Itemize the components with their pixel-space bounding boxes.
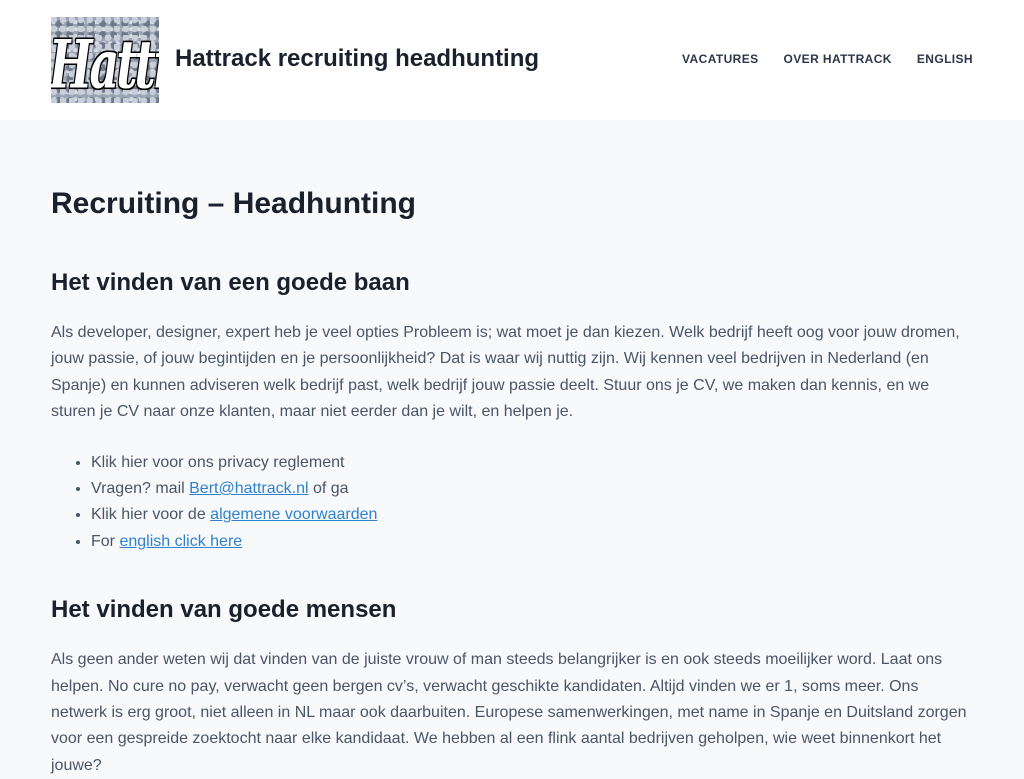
section-heading-baan: Het vinden van een goede baan bbox=[51, 269, 410, 296]
english-link[interactable]: english click here bbox=[119, 533, 242, 550]
nav-vacatures[interactable]: VACATURES bbox=[682, 52, 759, 66]
list-item: Vragen? mail Bert@hattrack.nl of ga bbox=[91, 476, 973, 502]
list-item: For english click here bbox=[91, 529, 973, 555]
section-heading-mensen: Het vinden van goede mensen bbox=[51, 596, 397, 624]
site-header: Hattrack Hattrack recruiting headhunting… bbox=[0, 0, 1024, 120]
mail-prefix: Vragen? mail bbox=[91, 480, 190, 498]
section-paragraph-mensen: Als geen ander weten wij dat vinden van … bbox=[51, 651, 967, 774]
hattrack-logo[interactable]: Hattrack bbox=[51, 17, 159, 103]
privacy-text[interactable]: Klik hier voor ons privacy reglement bbox=[91, 454, 344, 471]
main-nav: VACATURES OVER HATTRACK ENGLISH bbox=[682, 52, 973, 66]
terms-prefix: Klik hier voor de bbox=[91, 506, 211, 524]
nav-over-hattrack[interactable]: OVER HATTRACK bbox=[784, 52, 892, 66]
main-content: Recruiting – Headhunting Het vinden van … bbox=[51, 120, 973, 779]
list-item: Klik hier voor ons privacy reglement bbox=[91, 450, 973, 476]
mail-suffix: of ga bbox=[308, 480, 349, 498]
page-title: Recruiting – Headhunting bbox=[51, 187, 417, 220]
nav-english[interactable]: ENGLISH bbox=[917, 52, 973, 66]
list-item: Klik hier voor de algemene voorwaarden bbox=[91, 502, 973, 528]
site-title[interactable]: Hattrack recruiting headhunting bbox=[175, 45, 539, 73]
section-paragraph-baan: Als developer, designer, expert heb je v… bbox=[51, 324, 960, 421]
info-list: Klik hier voor ons privacy reglement Vra… bbox=[51, 450, 973, 556]
logo-text: Hattrack bbox=[51, 25, 159, 103]
english-prefix: For bbox=[91, 532, 120, 550]
terms-link[interactable]: algemene voorwaarden bbox=[210, 506, 377, 523]
email-link[interactable]: Bert@hattrack.nl bbox=[189, 480, 308, 497]
